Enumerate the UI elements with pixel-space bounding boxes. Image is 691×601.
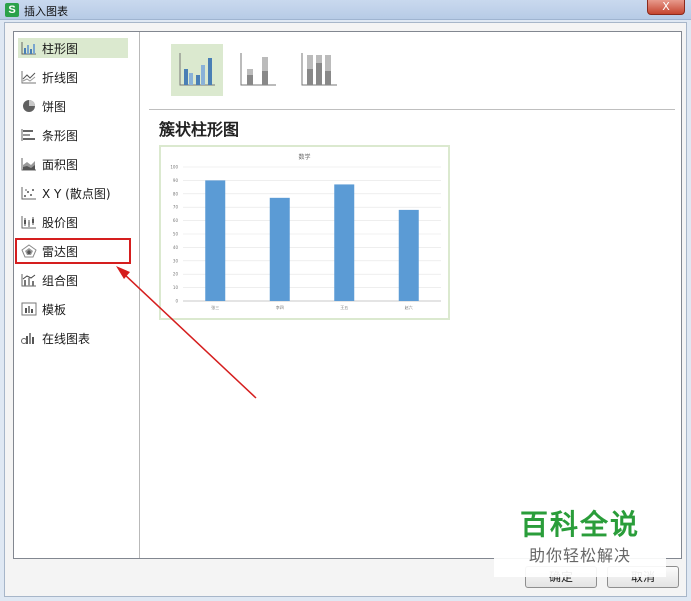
y-tick-label: 90 (173, 178, 179, 183)
column-chart-icon (21, 41, 37, 55)
chart-preview-svg: 数学 0 10 20 30 40 50 60 70 80 90 100 张三 李四 王五 赵六 (170, 153, 441, 310)
sidebar-item-label: 折线图 (42, 70, 79, 85)
sidebar-item-area[interactable]: 面积图 (18, 154, 128, 174)
y-tick-label: 50 (173, 232, 179, 237)
bar (398, 209, 419, 301)
bar (205, 180, 226, 301)
y-tick-label: 20 (173, 272, 179, 277)
sidebar-item-label: 在线图表 (42, 331, 91, 346)
title-bar: S 插入图表 X (0, 0, 691, 20)
combo-chart-icon (21, 273, 37, 287)
sidebar-item-template[interactable]: 模板 (18, 299, 128, 319)
sidebar-item-combo[interactable]: 组合图 (18, 270, 128, 290)
clustered-column-icon (177, 49, 217, 92)
y-tick-label: 100 (170, 165, 178, 170)
x-tick-label: 张三 (211, 304, 219, 310)
bar (334, 184, 355, 301)
chart-title: 数学 (298, 153, 310, 161)
sidebar-item-line[interactable]: 折线图 (18, 67, 128, 87)
bar (269, 197, 290, 301)
template-icon (21, 302, 37, 316)
divider (149, 109, 675, 110)
sidebar-item-label: 柱形图 (42, 41, 79, 56)
chart-preview: 数学 0 10 20 30 40 50 60 70 80 90 100 张三 李四 王五 赵六 (159, 145, 450, 320)
subtype-stacked-column[interactable] (232, 44, 284, 96)
stacked-column-icon (238, 49, 278, 92)
line-chart-icon (21, 70, 37, 84)
sidebar-item-label: 模板 (42, 302, 67, 317)
sidebar-item-bar[interactable]: 条形图 (18, 125, 128, 145)
close-button[interactable]: X (647, 0, 685, 15)
sidebar-item-stock[interactable]: 股价图 (18, 212, 128, 232)
app-logo-icon: S (5, 3, 19, 17)
chart-subtype-name: 簇状柱形图 (159, 120, 240, 139)
y-tick-label: 70 (173, 205, 179, 210)
sidebar-item-column[interactable]: 柱形图 (18, 38, 128, 58)
sidebar-item-label: 饼图 (42, 99, 67, 114)
y-tick-label: 0 (175, 299, 178, 304)
area-chart-icon (21, 157, 37, 171)
percent-stacked-column-icon (299, 49, 339, 92)
subtype-percent-stacked-column[interactable] (293, 44, 345, 96)
sidebar-item-label: 面积图 (42, 157, 79, 172)
subtype-clustered-column[interactable] (171, 44, 223, 96)
online-chart-icon (21, 331, 37, 345)
stock-chart-icon (21, 215, 37, 229)
chart-main-panel: 簇状柱形图 数学 0 10 20 30 40 50 60 70 80 90 100 张三 李四 王五 赵六 (141, 32, 681, 558)
chart-type-sidebar: 柱形图 折线图 饼图 条形图 面积图 X Y (散点图) 股价图 雷达图 组合图… (14, 32, 140, 558)
sidebar-item-label: 雷达图 (42, 244, 79, 259)
dialog-client-area: 柱形图 折线图 饼图 条形图 面积图 X Y (散点图) 股价图 雷达图 组合图… (13, 31, 682, 559)
sidebar-item-online-chart[interactable]: 在线图表 (18, 328, 128, 348)
x-tick-label: 赵六 (405, 304, 413, 310)
watermark: 百科全说 助你轻松解决 (494, 505, 666, 577)
sidebar-item-label: 条形图 (42, 128, 79, 143)
scatter-chart-icon (21, 186, 37, 200)
window-title: 插入图表 (24, 5, 68, 18)
watermark-subtitle: 助你轻松解决 (528, 546, 631, 565)
sidebar-item-scatter[interactable]: X Y (散点图) (18, 183, 128, 203)
x-tick-label: 李四 (276, 304, 284, 310)
watermark-title: 百科全说 (519, 508, 640, 541)
y-tick-label: 40 (173, 245, 179, 250)
sidebar-item-radar[interactable]: 雷达图 (15, 238, 131, 264)
y-tick-label: 60 (173, 218, 179, 223)
y-tick-label: 80 (173, 191, 179, 196)
bar-chart-icon (21, 128, 37, 142)
radar-chart-icon (21, 244, 37, 258)
pie-chart-icon (21, 99, 37, 113)
sidebar-item-label: 组合图 (42, 273, 79, 288)
y-tick-label: 10 (173, 285, 179, 290)
sidebar-item-pie[interactable]: 饼图 (18, 96, 128, 116)
sidebar-item-label: 股价图 (42, 215, 79, 230)
sidebar-item-label: X Y (散点图) (42, 186, 111, 201)
y-tick-label: 30 (173, 258, 179, 263)
x-tick-label: 王五 (340, 305, 348, 310)
